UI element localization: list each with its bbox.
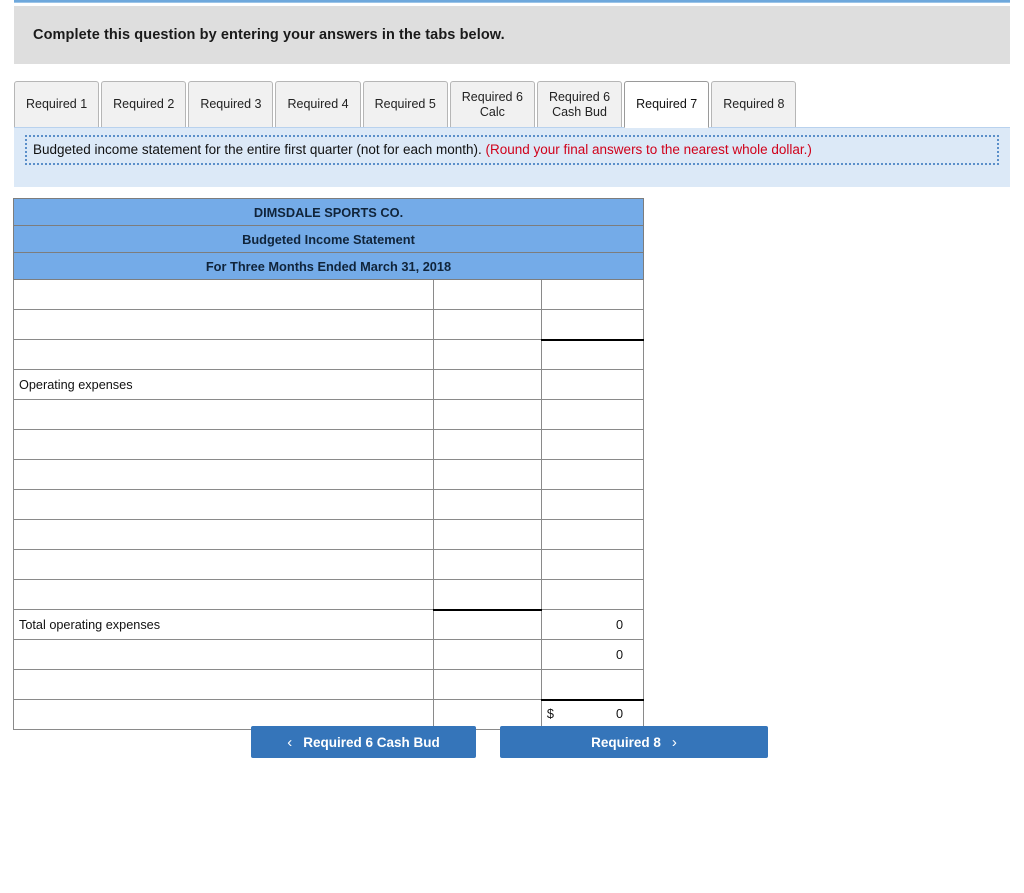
statement-row-amount-mid[interactable] [432,549,542,580]
statement-row [13,309,645,341]
statement-row [13,489,645,520]
statement-row-label[interactable] [13,579,434,610]
statement-row-amount-mid[interactable] [432,429,542,460]
tab-required-3[interactable]: Required 3 [188,81,274,128]
statement-row-amount-mid[interactable] [432,669,542,700]
amount-value: 0 [615,707,623,721]
next-requirement-button[interactable]: Required 8 › [500,726,768,758]
statement-body: DIMSDALE SPORTS CO. Budgeted Income State… [13,198,645,732]
statement-row [13,429,645,460]
tab-required-1[interactable]: Required 1 [14,81,100,128]
statement-row-label[interactable]: Operating expenses [13,369,434,400]
budgeted-income-statement-table: DIMSDALE SPORTS CO. Budgeted Income State… [13,198,645,732]
tab-required-8[interactable]: Required 7 [624,81,710,128]
requirement-area: Budgeted income statement for the entire… [14,127,1010,187]
statement-header-row: Budgeted Income Statement [13,225,644,253]
statement-row [13,579,645,611]
statement-row-label[interactable] [13,489,434,520]
statement-row-label[interactable] [13,459,434,490]
statement-row [13,399,645,430]
statement-row-label[interactable]: Total operating expenses [13,609,434,640]
statement-header-row: For Three Months Ended March 31, 2018 [13,252,644,280]
statement-row-amount-mid[interactable] [432,369,542,400]
statement-row-amount-mid[interactable] [432,609,542,640]
statement-row-amount-mid[interactable] [432,519,542,550]
tab-required-6[interactable]: Required 6 Calc [449,81,535,128]
statement-row-amount-mid[interactable] [432,639,542,670]
instruction-text: Complete this question by entering your … [33,27,505,43]
statement-row [13,549,645,580]
statement-row-label[interactable] [13,339,434,370]
statement-row-amount-right[interactable] [540,519,645,550]
statement-row-amount-right[interactable] [540,309,645,341]
requirement-round-note: (Round your final answers to the nearest… [485,142,812,157]
statement-row [13,669,645,700]
statement-header-row: DIMSDALE SPORTS CO. [13,198,644,226]
statement-row-amount-right[interactable]: 0 [540,609,645,640]
statement-row-amount-right[interactable] [540,429,645,460]
next-requirement-label: Required 8 [591,734,661,750]
statement-header-line: For Three Months Ended March 31, 2018 [13,252,644,280]
requirement-tabs: Required 1 Required 2 Required 3 Required 4… [14,79,798,128]
tab-required-5[interactable]: Required 5 [362,81,448,128]
requirement-box: Budgeted income statement for the entire… [25,135,999,166]
requirement-text: Budgeted income statement for the entire… [33,142,486,157]
prev-requirement-button[interactable]: ‹ Required 6 Cash Bud [251,726,476,758]
statement-row-amount-right[interactable]: 0 [540,639,645,670]
statement-row: Operating expenses [13,369,645,400]
statement-header-line: Budgeted Income Statement [13,225,644,253]
statement-row-amount-mid[interactable] [432,579,542,611]
top-accent-strip [14,0,1010,3]
statement-row-amount-right[interactable] [540,459,645,490]
statement-row [13,279,645,310]
chevron-right-icon: › [671,733,677,751]
prev-requirement-label: Required 6 Cash Bud [303,734,440,750]
tab-required-4[interactable]: Required 4 [275,81,361,128]
statement-row: $0 [13,698,645,732]
statement-row-label[interactable] [13,549,434,580]
statement-row-amount-right[interactable] [540,669,645,700]
chevron-left-icon: ‹ [287,733,293,751]
statement-row [13,519,645,550]
statement-row-label[interactable] [13,699,434,730]
tab-required-2[interactable]: Required 2 [101,81,187,128]
statement-row-amount-mid[interactable] [432,399,542,430]
statement-row [13,339,645,370]
statement-row-amount-mid[interactable] [432,459,542,490]
statement-row-amount-right[interactable] [540,579,645,610]
statement-row-amount-mid[interactable] [432,309,542,340]
navigation-bar: ‹ Required 6 Cash Bud Required 8 › [0,726,1024,758]
statement-row-label[interactable] [13,429,434,460]
currency-symbol: $ [546,707,554,721]
statement-row-label[interactable] [13,399,434,430]
tab-required-9[interactable]: Required 8 [711,81,797,128]
statement-row-label[interactable] [13,639,434,670]
statement-row-amount-right[interactable] [540,369,645,400]
statement-row-amount-right[interactable] [540,489,645,520]
statement-row-amount-right[interactable] [540,399,645,430]
statement-row-amount-mid[interactable] [432,699,542,730]
statement-row-label[interactable] [13,519,434,550]
statement-row-amount-right[interactable]: $0 [540,698,645,732]
statement-row: 0 [13,639,645,670]
statement-row: Total operating expenses 0 [13,609,645,640]
statement-row [13,459,645,490]
statement-row-amount-right[interactable] [540,549,645,580]
tab-required-7[interactable]: Required 6 Cash Bud [536,81,623,128]
statement-row-amount-mid[interactable] [432,489,542,520]
statement-header-line: DIMSDALE SPORTS CO. [13,198,644,226]
statement-row-amount-right[interactable] [540,279,645,310]
statement-row-label[interactable] [13,309,434,340]
statement-row-label[interactable] [13,279,434,310]
statement-row-amount-mid[interactable] [432,339,542,370]
statement-row-amount-right[interactable] [540,339,645,370]
statement-row-amount-mid[interactable] [432,279,542,310]
instruction-banner: Complete this question by entering your … [14,6,1010,64]
statement-row-label[interactable] [13,669,434,700]
